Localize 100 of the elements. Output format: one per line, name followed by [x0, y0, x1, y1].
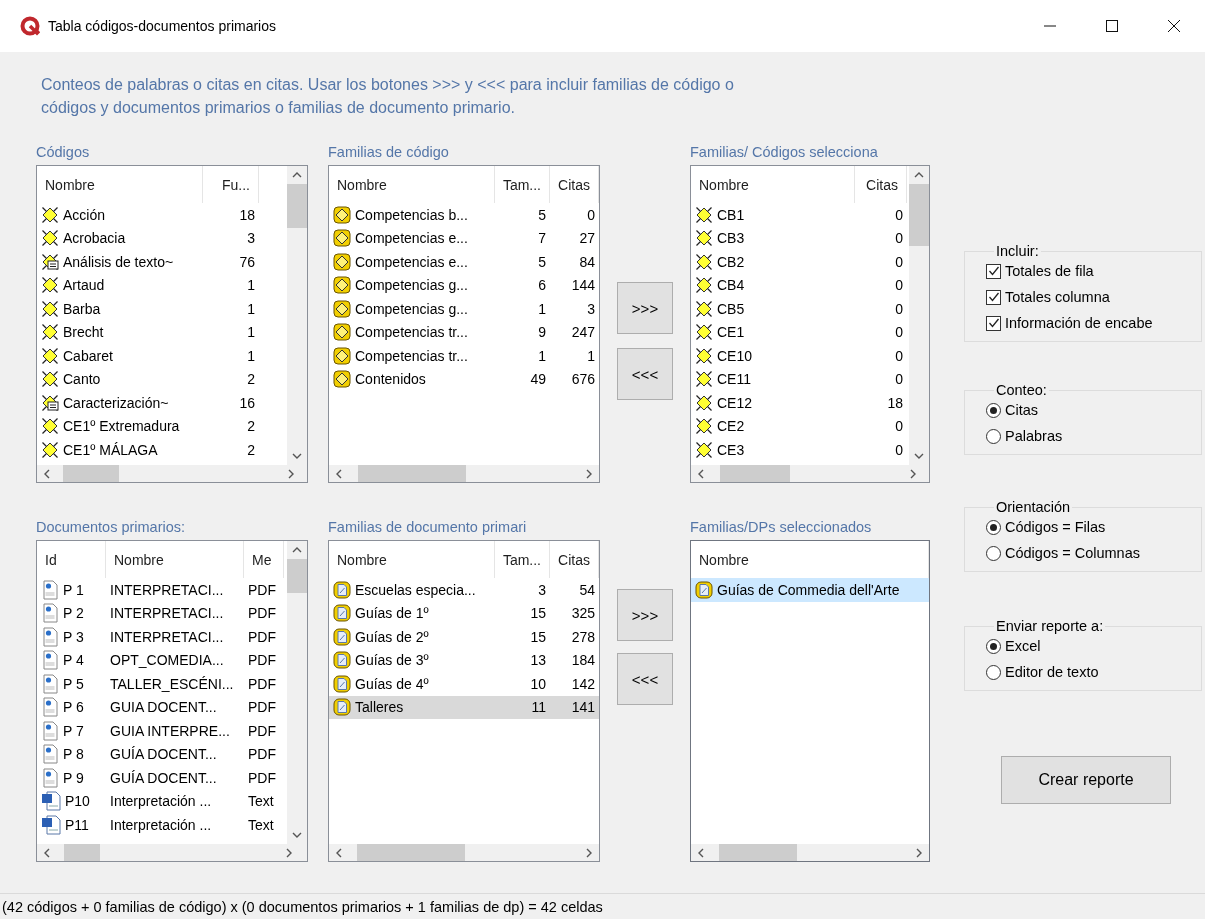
list-row[interactable]: CB3 0 — [691, 226, 909, 250]
radio-label[interactable]: Editor de texto — [1005, 664, 1099, 680]
list-row[interactable]: CE10 0 — [691, 344, 909, 368]
checkbox-label[interactable]: Totales columna — [1005, 289, 1110, 305]
horizontal-scrollbar[interactable] — [37, 844, 307, 861]
scrollbar-thumb[interactable] — [287, 559, 307, 593]
column-header[interactable]: Nombre — [329, 541, 495, 578]
list-box[interactable]: Nombre Fu... Acción 18 Acrobacia 3 Análisis de texto~ 76 Artaud 1 Barba 1 Brecht 1 Cabaret 1 Canto 2 Caracterización~ 16 CE1º Extremadura 2 CE1º MÁLAGA 2 — [36, 165, 308, 483]
list-row[interactable]: P 6 GUIA DOCENT... PDF — [37, 695, 287, 719]
maximize-icon[interactable] — [1106, 20, 1118, 32]
list-row[interactable]: P10 Interpretación ... Text — [37, 789, 287, 813]
list-row[interactable]: CE11 0 — [691, 367, 909, 391]
radio-button[interactable] — [986, 428, 1001, 444]
list-row[interactable]: Análisis de texto~ 76 — [37, 250, 287, 274]
radio-button[interactable] — [986, 638, 1001, 654]
horizontal-scrollbar[interactable] — [329, 465, 599, 482]
radio-label[interactable]: Códigos = Columnas — [1005, 545, 1140, 561]
add-button[interactable]: >>> — [617, 589, 673, 641]
list-row[interactable]: CE1º Extremadura 2 — [37, 414, 287, 438]
list-box[interactable] — [36, 540, 308, 862]
list-row[interactable]: P 7 GUIA INTERPRE... PDF — [37, 719, 287, 743]
list-row[interactable]: CE1 0 — [691, 320, 909, 344]
list-row[interactable]: P 4 OPT_COMEDIA... PDF — [37, 648, 287, 672]
list-row[interactable]: Competencias b... 5 0 — [329, 203, 599, 227]
column-header[interactable]: Tam... — [495, 541, 550, 578]
list-row[interactable]: Guías de 2º 15 278 — [329, 625, 599, 649]
list-box[interactable]: Nombre Citas CB1 0 CB3 0 CB2 0 CB4 0 CB5 0 CE1 0 CE10 0 CE11 0 CE12 18 CE2 0 CE3 0 — [690, 165, 930, 483]
list-row[interactable]: Competencias tr... 9 247 — [329, 320, 599, 344]
list-row[interactable]: P 9 GUÍA DOCENT... PDF — [37, 766, 287, 790]
column-header[interactable]: Citas — [855, 166, 907, 203]
list-box[interactable]: Nombre Tam... Citas Escuelas especia... 3 54 Guías de 1º 15 325 Guías de 2º 15 278 Guías de 3º 13 184 Guías de 4º 10 142 Talleres 11 141 — [328, 540, 600, 862]
list-row[interactable]: CB4 0 — [691, 273, 909, 297]
list-row[interactable]: Talleres 11 141 — [329, 695, 599, 719]
list-row[interactable]: Competencias e... 7 27 — [329, 226, 599, 250]
list-row[interactable]: CE1º MÁLAGA 2 — [37, 438, 287, 462]
horizontal-scrollbar[interactable] — [691, 465, 929, 482]
list-row[interactable]: P 5 TALLER_ESCÉNI... PDF — [37, 672, 287, 696]
radio-button[interactable] — [986, 664, 1001, 680]
list-row[interactable]: Cabaret 1 — [37, 344, 287, 368]
create-report-button[interactable]: Crear reporte — [1001, 756, 1171, 804]
list-box[interactable]: Nombre Guías de Commedia dell'Arte — [690, 540, 930, 862]
vertical-scrollbar[interactable] — [909, 166, 929, 465]
list-row[interactable]: CE3 0 — [691, 438, 909, 462]
column-header[interactable]: Fu... — [203, 166, 259, 203]
radio-button[interactable] — [986, 519, 1001, 535]
column-header[interactable]: Citas — [550, 166, 599, 203]
radio-button[interactable] — [986, 545, 1001, 561]
scrollbar-thumb[interactable] — [720, 465, 790, 482]
list-row[interactable]: Barba 1 — [37, 297, 287, 321]
horizontal-scrollbar[interactable] — [691, 844, 929, 861]
list-row[interactable]: Acción 18 — [37, 203, 287, 227]
column-header[interactable]: Citas — [550, 541, 599, 578]
list-row[interactable]: Canto 2 — [37, 367, 287, 391]
radio-label[interactable]: Códigos = Filas — [1005, 519, 1106, 535]
list-row[interactable]: P 2 INTERPRETACI... PDF — [37, 601, 287, 625]
list-box[interactable]: Nombre Tam... Citas Competencias b... 5 0 Competencias e... 7 27 Competencias e... 5 84 Competencias g... 6 144 Competencias g... 1 3 Competencias tr... 9 247 Competencias tr... 1 1 Contenidos 49 676 — [328, 165, 600, 483]
list-row[interactable]: P 3 INTERPRETACI... PDF — [37, 625, 287, 649]
scrollbar-thumb[interactable] — [64, 844, 100, 861]
add-button[interactable]: >>> — [617, 282, 673, 334]
checkbox[interactable] — [986, 289, 1001, 305]
list-row[interactable]: Artaud 1 — [37, 273, 287, 297]
radio-label[interactable]: Palabras — [1005, 428, 1063, 444]
list-row[interactable]: Guías de 4º 10 142 — [329, 672, 599, 696]
horizontal-scrollbar[interactable] — [37, 465, 307, 482]
list-row[interactable]: Competencias e... 5 84 — [329, 250, 599, 274]
radio-label[interactable]: Citas — [1005, 402, 1039, 418]
remove-button[interactable]: <<< — [617, 653, 673, 705]
column-header[interactable]: Id — [37, 541, 106, 578]
close-icon[interactable] — [1168, 20, 1180, 32]
column-header[interactable]: Nombre — [329, 166, 495, 203]
radio-button[interactable] — [986, 402, 1001, 418]
vertical-scrollbar[interactable] — [287, 541, 307, 844]
column-header[interactable]: Tam... — [495, 166, 550, 203]
checkbox[interactable] — [986, 263, 1001, 279]
column-header[interactable]: Nombre — [691, 166, 855, 203]
list-row[interactable]: Competencias g... 1 3 — [329, 297, 599, 321]
column-header[interactable]: Nombre — [106, 541, 244, 578]
checkbox-label[interactable]: Información de encabe — [1005, 315, 1153, 331]
horizontal-scrollbar[interactable] — [329, 844, 599, 861]
list-row[interactable]: CB2 0 — [691, 250, 909, 274]
scrollbar-thumb[interactable] — [287, 184, 307, 228]
list-row[interactable]: P11 Interpretación ... Text — [37, 813, 287, 837]
list-row[interactable]: Brecht 1 — [37, 320, 287, 344]
vertical-scrollbar[interactable] — [287, 166, 307, 465]
scrollbar-thumb[interactable] — [357, 844, 465, 861]
checkbox-label[interactable]: Totales de fila — [1005, 263, 1094, 279]
scrollbar-thumb[interactable] — [909, 184, 929, 246]
list-row[interactable]: Contenidos 49 676 — [329, 367, 599, 391]
list-row[interactable]: Escuelas especia... 3 54 — [329, 578, 599, 602]
scrollbar-thumb[interactable] — [719, 844, 797, 861]
list-row[interactable]: Competencias g... 6 144 — [329, 273, 599, 297]
column-header[interactable]: Me — [244, 541, 284, 578]
scrollbar-thumb[interactable] — [358, 465, 466, 482]
list-row[interactable]: CB1 0 — [691, 203, 909, 227]
scrollbar-thumb[interactable] — [63, 465, 119, 482]
list-row[interactable]: CE2 0 — [691, 414, 909, 438]
list-row[interactable]: P 8 GUÍA DOCENT... PDF — [37, 742, 287, 766]
remove-button[interactable]: <<< — [617, 348, 673, 400]
list-row[interactable]: Caracterización~ 16 — [37, 391, 287, 415]
list-row[interactable]: CE12 18 — [691, 391, 909, 415]
